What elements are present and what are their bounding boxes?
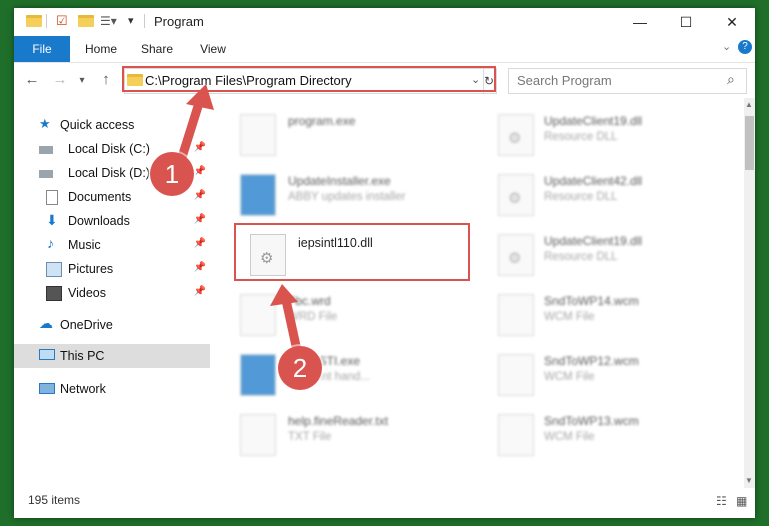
arrow-2-head [270,284,298,306]
annotation-arrows [173,84,303,360]
step-badge-2: 2 [278,346,322,390]
arrow-1-head [186,84,214,110]
step-badge-1: 1 [150,152,194,196]
